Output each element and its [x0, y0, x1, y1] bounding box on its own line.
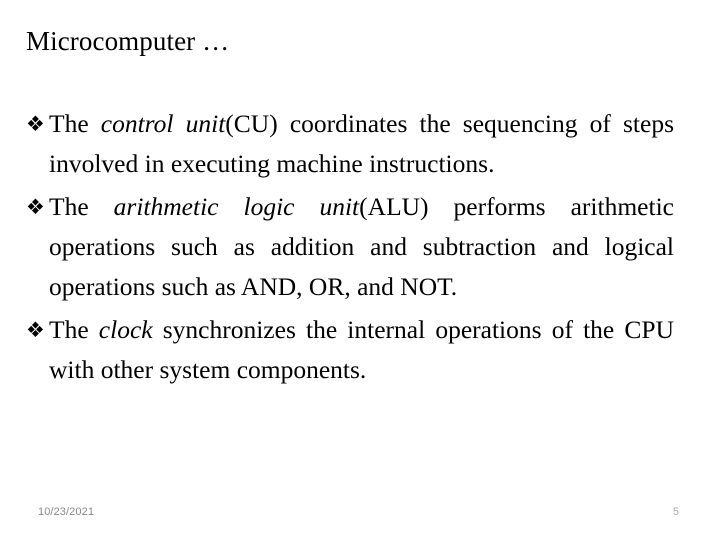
list-item-text: The clock synchronizes the internal oper…	[49, 310, 674, 390]
slide-footer: 10/23/2021 5	[0, 505, 720, 529]
bullet-text-lead: The	[49, 192, 114, 221]
bullet-emphasis-term: arithmetic logic unit	[113, 192, 360, 221]
diamond-bullet-icon: ❖	[26, 195, 45, 219]
slide-body-placeholder[interactable]: ❖ The control unit(CU) coordinates the s…	[26, 104, 674, 390]
slide-number: 5	[672, 506, 679, 518]
footer-date: 10/23/2021	[38, 506, 95, 518]
list-item-text: The arithmetic logic unit(ALU) performs …	[49, 187, 674, 307]
page-title: Microcomputer …	[26, 26, 230, 56]
list-item: ❖ The clock synchronizes the internal op…	[26, 310, 674, 390]
list-item: ❖ The arithmetic logic unit(ALU) perform…	[26, 187, 674, 307]
diamond-bullet-icon: ❖	[26, 318, 45, 342]
list-item-text: The control unit(CU) coordinates the seq…	[49, 104, 674, 184]
slide-canvas: Microcomputer … ❖ The control unit(CU) c…	[0, 0, 720, 540]
bullet-emphasis-term: control unit	[100, 109, 226, 138]
diamond-bullet-icon: ❖	[26, 112, 45, 136]
bullet-text-lead: The	[49, 315, 99, 344]
list-item: ❖ The control unit(CU) coordinates the s…	[26, 104, 674, 184]
slide-title-placeholder[interactable]: Microcomputer …	[26, 24, 686, 70]
bullet-text-lead: The	[49, 109, 101, 138]
bullet-emphasis-term: clock	[98, 315, 153, 344]
